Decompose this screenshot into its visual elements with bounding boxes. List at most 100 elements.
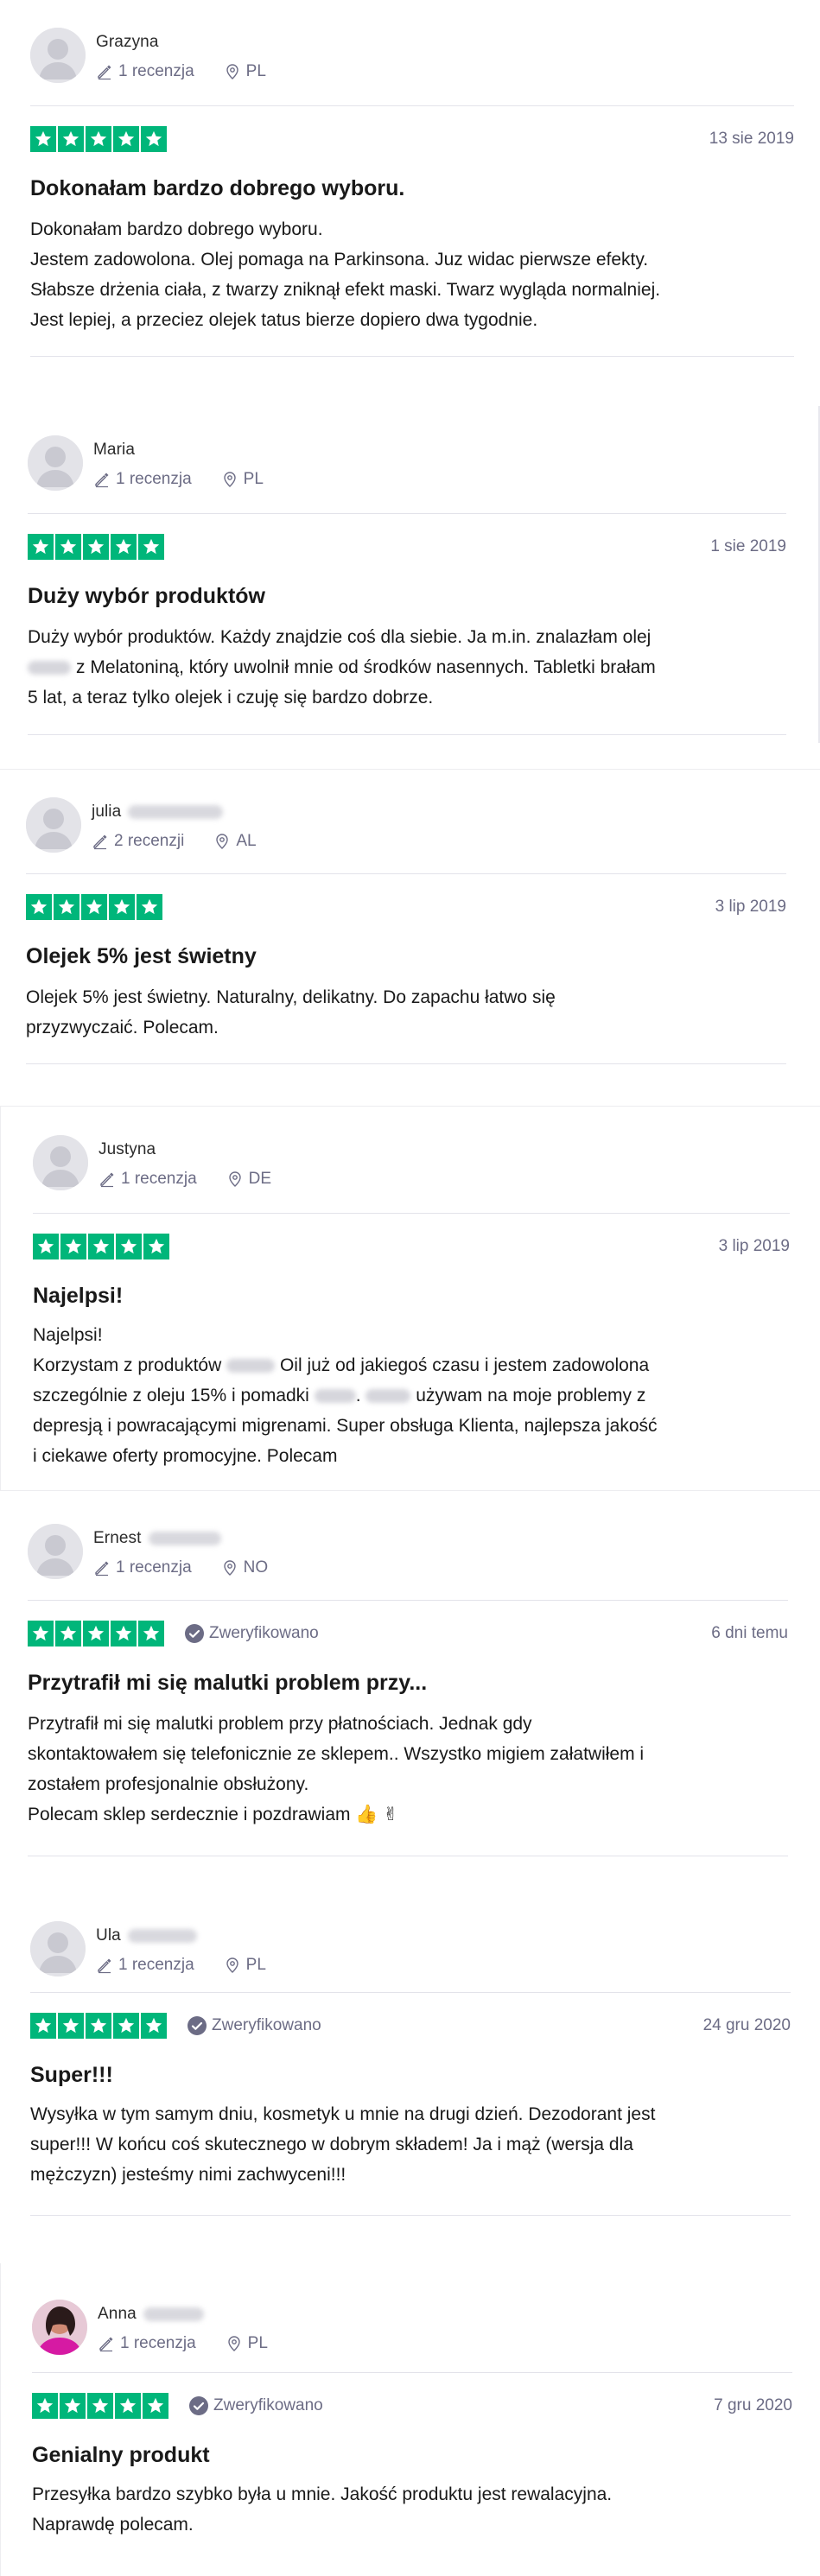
reviewer-meta: 1 recenzja PL — [93, 470, 264, 489]
verified-check-icon — [188, 2016, 207, 2035]
review-card: julia 2 recenzji AL 3 lip 2019 Olejek 5%… — [0, 769, 820, 1106]
review-title[interactable]: Najelpsi! — [33, 1284, 123, 1309]
star-icon — [58, 126, 84, 152]
pencil-icon — [93, 834, 107, 850]
star-icon — [86, 126, 111, 152]
country-code: AL — [236, 832, 257, 850]
verified-badge[interactable]: Zweryfikowano — [189, 2396, 323, 2415]
star-icon — [138, 1621, 164, 1646]
pencil-icon — [99, 2337, 113, 2352]
review-card: Maria 1 recenzja PL 1 sie 2019 Duży wybó… — [0, 406, 820, 769]
star-icon — [113, 126, 139, 152]
divider — [30, 356, 794, 357]
redacted-text — [314, 1389, 356, 1404]
star-icon — [60, 2393, 86, 2419]
star-icon — [109, 894, 135, 920]
review-date: 7 gru 2020 — [714, 2396, 792, 2414]
star-rating — [28, 534, 166, 560]
country-code: PL — [243, 470, 264, 488]
pencil-icon — [98, 65, 111, 80]
review-title[interactable]: Duży wybór produktów — [28, 584, 265, 609]
review-body: Przesyłka bardzo szybko była u mnie. Jak… — [32, 2484, 613, 2535]
review-card: Anna 1 recenzja PL Zweryfikowano 7 gru 2… — [0, 2263, 820, 2576]
review-title[interactable]: Super!!! — [30, 2063, 113, 2088]
review-date: 13 sie 2019 — [709, 130, 794, 148]
star-icon — [111, 534, 137, 560]
star-icon — [32, 2393, 58, 2419]
avatar-placeholder-icon[interactable] — [30, 1921, 86, 1976]
star-icon — [58, 2013, 84, 2039]
location: PL — [224, 62, 266, 81]
star-icon — [88, 1234, 114, 1259]
avatar-placeholder-icon[interactable] — [33, 1135, 88, 1190]
location-pin-icon — [223, 472, 236, 487]
star-icon — [54, 894, 79, 920]
review-date: 1 sie 2019 — [710, 537, 786, 555]
country-code: PL — [245, 62, 266, 80]
star-icon — [111, 1621, 137, 1646]
review-body: Przytrafił mi się malutki problem przy p… — [28, 1714, 645, 1824]
review-date: 24 gru 2020 — [702, 2016, 791, 2034]
divider — [30, 105, 794, 106]
reviewer-name[interactable]: Justyna — [99, 1140, 156, 1159]
star-icon — [26, 894, 52, 920]
reviewer-name[interactable]: Anna — [98, 2305, 204, 2324]
review-card: Justyna 1 recenzja DE 3 lip 2019 Najelps… — [0, 1106, 820, 1490]
verified-badge[interactable]: Zweryfikowano — [188, 2016, 321, 2035]
country-code: PL — [247, 2334, 268, 2352]
redacted-surname — [143, 2306, 204, 2321]
reviewer-name[interactable]: Ula — [96, 1926, 197, 1945]
star-icon — [33, 1234, 59, 1259]
avatar-placeholder-icon[interactable] — [28, 1524, 83, 1579]
avatar-placeholder-icon[interactable] — [28, 435, 83, 491]
reviewer-meta: 1 recenzja NO — [93, 1558, 268, 1577]
review-count: 1 recenzja — [116, 470, 192, 488]
divider — [32, 2372, 792, 2373]
review-card: Grazyna 1 recenzja PL 13 sie 2019 Dokona… — [0, 0, 820, 406]
review-date: 3 lip 2019 — [715, 898, 786, 916]
redacted-surname — [128, 804, 224, 819]
divider — [28, 1600, 788, 1601]
redacted-surname — [148, 1531, 221, 1545]
reviewer-header: Ernest 1 recenzja NO — [28, 1524, 788, 1602]
divider — [28, 734, 786, 735]
reviewer-name[interactable]: Grazyna — [96, 33, 159, 52]
star-icon — [28, 534, 54, 560]
reviewer-header: Anna 1 recenzja PL — [32, 2300, 792, 2377]
location: DE — [226, 1170, 271, 1189]
star-icon — [143, 1234, 169, 1259]
reviewer-name[interactable]: Maria — [93, 441, 135, 460]
star-icon — [115, 2393, 141, 2419]
reviewer-header: Ula 1 recenzja PL — [30, 1921, 791, 1999]
location: AL — [213, 832, 257, 851]
review-body: Dokonałam bardzo dobrego wyboru. Jestem … — [30, 219, 661, 330]
location: PL — [226, 2334, 268, 2353]
star-icon — [81, 894, 107, 920]
review-count: 1 recenzja — [118, 1956, 194, 1974]
reviewer-meta: 1 recenzja PL — [96, 1956, 266, 1975]
redacted-text — [226, 1359, 276, 1374]
review-title[interactable]: Genialny produkt — [32, 2443, 210, 2468]
reviewer-name[interactable]: julia — [92, 803, 224, 822]
verified-badge[interactable]: Zweryfikowano — [185, 1624, 319, 1643]
avatar[interactable] — [32, 2300, 87, 2355]
star-icon — [60, 1234, 86, 1259]
review-body: Duży wybór produktów. Każdy znajdzie coś… — [28, 627, 656, 707]
reviewer-name[interactable]: Ernest — [93, 1529, 221, 1548]
divider — [28, 513, 786, 514]
location-pin-icon — [226, 1957, 238, 1973]
review-body: Olejek 5% jest świetny. Naturalny, delik… — [26, 987, 556, 1037]
avatar-placeholder-icon[interactable] — [26, 797, 81, 853]
reviewer-meta: 1 recenzja PL — [98, 2334, 268, 2353]
divider — [33, 1213, 790, 1214]
review-title[interactable]: Dokonałam bardzo dobrego wyboru. — [30, 176, 404, 201]
star-icon — [55, 1621, 81, 1646]
avatar-placeholder-icon[interactable] — [30, 28, 86, 83]
review-title[interactable]: Przytrafił mi się malutki problem przy..… — [28, 1671, 427, 1696]
pencil-icon — [95, 1561, 109, 1577]
pencil-icon — [100, 1172, 114, 1188]
review-title[interactable]: Olejek 5% jest świetny — [26, 944, 257, 969]
star-rating — [26, 894, 164, 920]
location: PL — [224, 1956, 266, 1975]
star-rating — [33, 1234, 171, 1259]
